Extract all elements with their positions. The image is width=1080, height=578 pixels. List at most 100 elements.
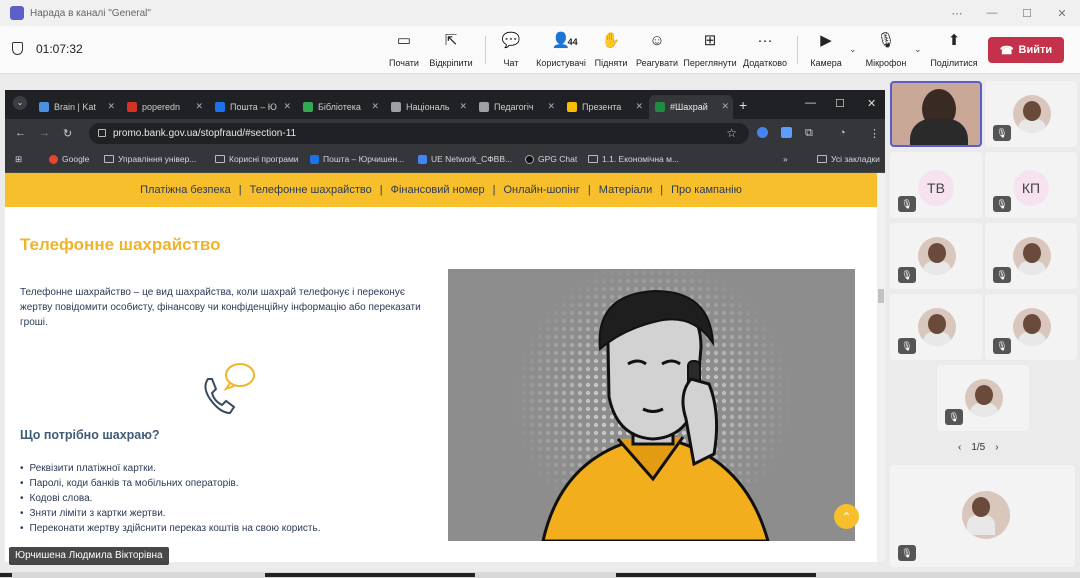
browser-minimize-button[interactable]: — (805, 97, 816, 109)
tab-close-icon: ✕ (721, 101, 729, 111)
bookmark-item[interactable]: Пошта – Юрчишен... (310, 154, 404, 164)
page-title: Телефонне шахрайство (20, 235, 221, 254)
list-item: Переконати жертву здійснити переказ кошт… (20, 521, 321, 536)
participant-count: 44 (567, 37, 578, 47)
participant-tile[interactable]: 🎙 (985, 294, 1077, 360)
section-subtitle: Що потрібно шахраю? (20, 428, 160, 442)
participant-tile[interactable]: КП 🎙 (985, 152, 1077, 218)
tab-favicon-icon (39, 102, 49, 112)
browser-tab[interactable]: Презента ✕ (561, 95, 647, 119)
nav-phone-fraud[interactable]: Телефонне шахрайство (250, 184, 372, 196)
bookmark-star-icon[interactable]: ☆ (726, 123, 737, 144)
window-minimize-button[interactable]: — (975, 0, 1009, 26)
forward-arrow-icon[interactable]: → (39, 127, 50, 139)
window-maximize-button[interactable]: ☐ (1010, 0, 1044, 26)
browser-tab[interactable]: Brain | Kat ✕ (33, 95, 119, 119)
scrollbar-thumb[interactable] (878, 289, 884, 303)
participant-tile[interactable]: 🎙 (985, 223, 1077, 289)
extension-icon[interactable] (781, 127, 792, 138)
nav-online-shopping[interactable]: Онлайн-шопінг (503, 184, 579, 196)
people-button[interactable]: 👤 44 Користувачі (534, 32, 588, 68)
browser-close-button[interactable]: ✕ (867, 97, 876, 110)
scroll-to-top-button[interactable]: ⌃ (834, 504, 859, 529)
tab-favicon-icon (567, 102, 577, 112)
mic-muted-icon: 🎙 (993, 125, 1011, 141)
browser-maximize-button[interactable]: ☐ (835, 97, 845, 110)
react-button[interactable]: ☺ Реагувати (636, 32, 678, 68)
teams-logo-icon (10, 6, 24, 20)
bookmark-folder[interactable]: Управління універ... (104, 154, 196, 164)
browser-tab[interactable]: poperedn ✕ (121, 95, 207, 119)
nav-financial-number[interactable]: Фінансовий номер (391, 184, 485, 196)
shield-icon (12, 42, 23, 55)
address-bar[interactable]: promo.bank.gov.ua/stopfraud/#section-11 … (89, 123, 749, 144)
taskbar-segment (0, 573, 12, 577)
bookmark-item[interactable]: GPG Chat (525, 154, 577, 164)
phone-hangup-icon: ☎ (999, 44, 1014, 57)
self-view-tile[interactable]: 🎙 (890, 465, 1075, 567)
browser-menu-icon[interactable]: ⋮ (869, 127, 880, 140)
view-button[interactable]: ⊞ Переглянути (683, 32, 736, 68)
meeting-timer: 01:07:32 (36, 42, 83, 56)
participant-tile[interactable]: ТВ 🎙 (890, 152, 982, 218)
profile-icon[interactable]: ◔ (839, 127, 846, 139)
mic-off-icon: 🎙 (876, 32, 896, 49)
bookmark-item[interactable]: UE Network_СФВВ... (418, 154, 512, 164)
next-page-chevron-icon[interactable]: › (995, 442, 998, 453)
toolbar-divider (797, 36, 798, 64)
page-scrollbar[interactable] (877, 173, 885, 562)
window-more-icon[interactable]: ⋯ (940, 0, 974, 26)
folder-icon (215, 155, 225, 163)
grid-icon: ⊞ (703, 32, 717, 49)
previous-page-chevron-icon[interactable]: ‹ (958, 442, 961, 453)
raise-hand-button[interactable]: ✋ Підняти (592, 32, 630, 68)
back-arrow-icon[interactable]: ← (15, 127, 26, 139)
new-tab-button[interactable]: + (739, 97, 747, 113)
more-button[interactable]: ··· Додатково (741, 32, 789, 68)
bookmark-folder[interactable]: 1.1. Економічна м... (588, 154, 679, 164)
extension-icon[interactable] (757, 127, 768, 138)
nav-about-campaign[interactable]: Про кампанію (671, 184, 742, 196)
mic-options-chevron-icon[interactable]: ⌄ (914, 44, 922, 55)
avatar (962, 491, 1010, 539)
mic-muted-icon: 🎙 (993, 196, 1011, 212)
nav-payment-security[interactable]: Платіжна безпека (140, 184, 231, 196)
share-button[interactable]: ⬆ Поділитися (928, 32, 980, 68)
mic-muted-icon: 🎙 (898, 338, 916, 354)
list-item: Кодові слова. (20, 491, 321, 506)
tab-search-icon[interactable]: ⌄ (13, 96, 27, 110)
meeting-toolbar: 01:07:32 ▭ Почати ⇱ Відкріпити 💬 Чат 👤 44… (0, 26, 1080, 74)
site-info-icon[interactable] (98, 129, 106, 137)
unpin-button[interactable]: ⇱ Відкріпити (428, 32, 474, 68)
browser-toolbar: ← → ↻ promo.bank.gov.ua/stopfraud/#secti… (5, 119, 885, 148)
participant-video-tile[interactable] (890, 81, 982, 147)
participant-tile[interactable]: 🎙 (937, 365, 1029, 431)
microphone-button[interactable]: 🎙 Мікрофон (864, 32, 908, 68)
browser-tab[interactable]: Педагогіч ✕ (473, 95, 559, 119)
participant-tile[interactable]: 🎙 (890, 294, 982, 360)
camera-button[interactable]: ▶ Камера (808, 32, 844, 68)
start-button[interactable]: ▭ Почати (386, 32, 422, 68)
bookmark-folder[interactable]: Корисні програми (215, 154, 299, 164)
bookmarks-overflow-icon[interactable]: » (783, 154, 788, 164)
leave-button[interactable]: ☎ Вийти (988, 37, 1064, 63)
browser-tab[interactable]: Національ ✕ (385, 95, 471, 119)
chat-button[interactable]: 💬 Чат (496, 32, 526, 68)
participant-tile[interactable]: 🎙 (985, 81, 1077, 147)
apps-grid-icon[interactable]: ⊞ (15, 154, 22, 165)
google-icon (49, 154, 58, 164)
unpin-icon: ⇱ (444, 32, 458, 49)
reload-icon[interactable]: ↻ (63, 127, 72, 140)
all-bookmarks-folder[interactable]: Усі закладки (817, 154, 880, 164)
nav-materials[interactable]: Матеріали (599, 184, 652, 196)
bookmark-item[interactable]: Google (49, 154, 89, 164)
camera-options-chevron-icon[interactable]: ⌄ (849, 44, 857, 55)
browser-tab[interactable]: Пошта – Ю ✕ (209, 95, 295, 119)
window-close-button[interactable]: ✕ (1045, 0, 1079, 26)
gpg-chat-icon (525, 154, 534, 164)
more-icon: ··· (757, 32, 773, 49)
browser-tab[interactable]: Бібліотека ✕ (297, 95, 383, 119)
participant-tile[interactable]: 🎙 (890, 223, 982, 289)
extensions-puzzle-icon[interactable]: ⧉ (805, 127, 813, 140)
browser-tab-active[interactable]: #Шахрай ✕ (649, 95, 733, 119)
